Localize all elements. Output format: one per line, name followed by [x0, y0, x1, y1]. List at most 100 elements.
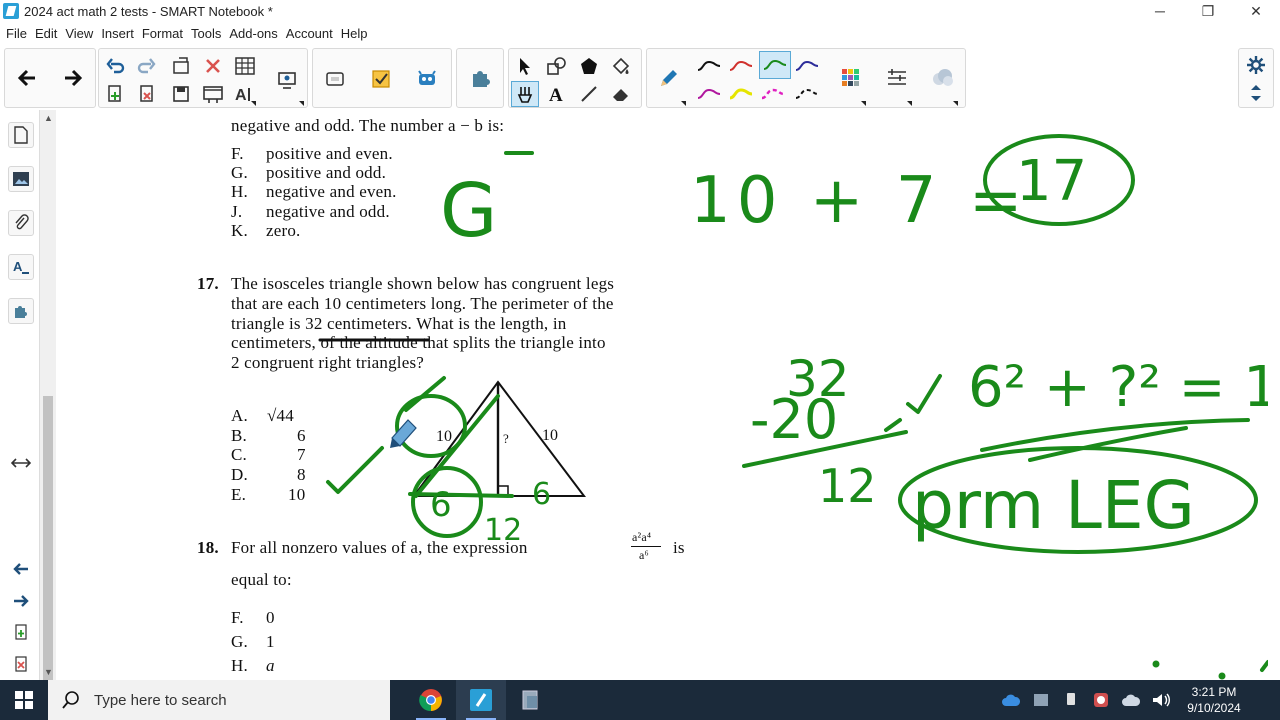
- delete-page-button[interactable]: [133, 81, 161, 107]
- option-letter: G.: [231, 163, 248, 182]
- menu-view[interactable]: View: [61, 26, 97, 41]
- tray-app-1[interactable]: [1026, 680, 1056, 720]
- green-squiggle-icon: [763, 59, 787, 70]
- resize-panel-handle[interactable]: [8, 452, 34, 474]
- document-camera-button[interactable]: [273, 67, 301, 93]
- sidebar-previous-page[interactable]: [8, 558, 34, 580]
- transparency-button[interactable]: [929, 65, 957, 91]
- pen-color-pink-dashed[interactable]: [759, 81, 787, 107]
- shapes-tool-button[interactable]: [543, 53, 571, 79]
- addons-button[interactable]: [466, 65, 494, 91]
- undo-button[interactable]: [101, 53, 129, 79]
- redo-button[interactable]: [133, 53, 161, 79]
- text-tool-button[interactable]: A: [543, 81, 571, 107]
- select-tool-button[interactable]: [511, 53, 539, 79]
- add-page-button[interactable]: [101, 81, 129, 107]
- pen-color-yellow[interactable]: [727, 81, 755, 107]
- main-toolbar: A A: [0, 44, 1280, 110]
- menu-file[interactable]: File: [2, 26, 31, 41]
- pen-tool-button[interactable]: [511, 81, 539, 107]
- pen-color-black-dashed[interactable]: [793, 81, 821, 107]
- taskbar-clock[interactable]: 3:21 PM 9/10/2024: [1176, 684, 1252, 716]
- fill-tool-button[interactable]: [607, 53, 635, 79]
- sidebar-add-page[interactable]: [8, 622, 34, 644]
- pen-type-button[interactable]: [655, 65, 683, 91]
- menu-account[interactable]: Account: [282, 26, 337, 41]
- taskbar-smart-notebook[interactable]: [456, 680, 506, 720]
- sidebar-delete-page[interactable]: [8, 654, 34, 676]
- usb-tray[interactable]: [1056, 680, 1086, 720]
- move-toolbar-button[interactable]: [1242, 80, 1270, 106]
- settings-button[interactable]: [1242, 52, 1270, 78]
- menu-format[interactable]: Format: [138, 26, 187, 41]
- ink-check-small: [884, 418, 902, 432]
- pen-color-black[interactable]: [695, 53, 723, 79]
- black-dashed-squiggle-icon: [795, 88, 819, 99]
- document-tool-icon: [522, 690, 538, 710]
- table-button[interactable]: [231, 53, 259, 79]
- taskbar-app-tool[interactable]: [506, 680, 556, 720]
- delete-button[interactable]: [199, 53, 227, 79]
- color-palette-button[interactable]: [837, 65, 865, 91]
- lab-activity-button[interactable]: [413, 66, 441, 92]
- menu-insert[interactable]: Insert: [97, 26, 138, 41]
- response-button[interactable]: [321, 66, 349, 92]
- gallery-tab[interactable]: [8, 166, 34, 192]
- attachments-tab[interactable]: [8, 210, 34, 236]
- open-file-button[interactable]: [167, 53, 195, 79]
- polygon-tool-button[interactable]: [575, 53, 603, 79]
- previous-page-button[interactable]: [13, 65, 41, 91]
- option-text: 6: [297, 426, 306, 445]
- windows-logo-icon: [15, 691, 33, 709]
- taskbar-search-box[interactable]: Type here to search: [48, 680, 390, 720]
- properties-tab[interactable]: A: [8, 254, 34, 280]
- addons-tab[interactable]: [8, 298, 34, 324]
- tray-app-3[interactable]: [1116, 680, 1146, 720]
- clock-time: 3:21 PM: [1191, 685, 1237, 699]
- start-button[interactable]: [0, 680, 48, 720]
- pen-color-blue[interactable]: [793, 53, 821, 79]
- page-scrollbar[interactable]: ▲ ▼: [40, 110, 56, 692]
- onedrive-tray[interactable]: [996, 680, 1026, 720]
- sidebar-next-page[interactable]: [8, 590, 34, 612]
- eraser-tool-button[interactable]: [607, 81, 635, 107]
- pen-color-red[interactable]: [727, 53, 755, 79]
- close-button[interactable]: ✕: [1232, 0, 1280, 22]
- toolbar-activities-group: [312, 48, 452, 108]
- taskbar-chrome[interactable]: [406, 680, 456, 720]
- menu-addons[interactable]: Add-ons: [225, 26, 281, 41]
- menu-help[interactable]: Help: [337, 26, 372, 41]
- pen-color-magenta[interactable]: [695, 81, 723, 107]
- assessment-button[interactable]: [367, 66, 395, 92]
- line-tool-button[interactable]: [575, 81, 603, 107]
- menu-edit[interactable]: Edit: [31, 26, 61, 41]
- window-title: 2024 act math 2 tests - SMART Notebook *: [24, 3, 273, 19]
- q17-option-b: B. 6: [231, 426, 306, 446]
- pen-color-green[interactable]: [759, 51, 791, 79]
- page-sorter-tab[interactable]: [8, 122, 34, 148]
- save-button[interactable]: [167, 81, 195, 107]
- windows-taskbar: Type here to search 3:21 PM 9/10/2024: [0, 680, 1280, 720]
- add-page-icon: [15, 624, 27, 640]
- ink-answer-g: G: [440, 168, 497, 254]
- scrollbar-thumb[interactable]: [43, 396, 53, 692]
- screen-shade-button[interactable]: [199, 81, 227, 107]
- option-letter: F.: [231, 608, 244, 627]
- q18-option-h: H. a: [231, 656, 275, 676]
- scroll-up-arrow-icon[interactable]: ▲: [44, 113, 53, 123]
- volume-tray[interactable]: [1146, 680, 1176, 720]
- notebook-page-canvas[interactable]: negative and odd. The number a − b is: F…: [56, 110, 1268, 680]
- menu-tools[interactable]: Tools: [187, 26, 225, 41]
- scroll-down-arrow-icon[interactable]: ▼: [44, 667, 53, 677]
- restore-button[interactable]: ❐: [1184, 0, 1232, 22]
- minimize-button[interactable]: ─: [1136, 0, 1184, 22]
- network-tool-icon: [1034, 694, 1048, 706]
- black-squiggle-icon: [697, 60, 721, 71]
- next-page-button[interactable]: [59, 65, 87, 91]
- tray-app-2[interactable]: [1086, 680, 1116, 720]
- eraser-icon: [613, 89, 628, 101]
- toolbar-tools-group: A: [508, 48, 642, 108]
- svg-text:A: A: [549, 85, 563, 104]
- notification-area[interactable]: [1252, 680, 1280, 720]
- line-style-button[interactable]: [883, 65, 911, 91]
